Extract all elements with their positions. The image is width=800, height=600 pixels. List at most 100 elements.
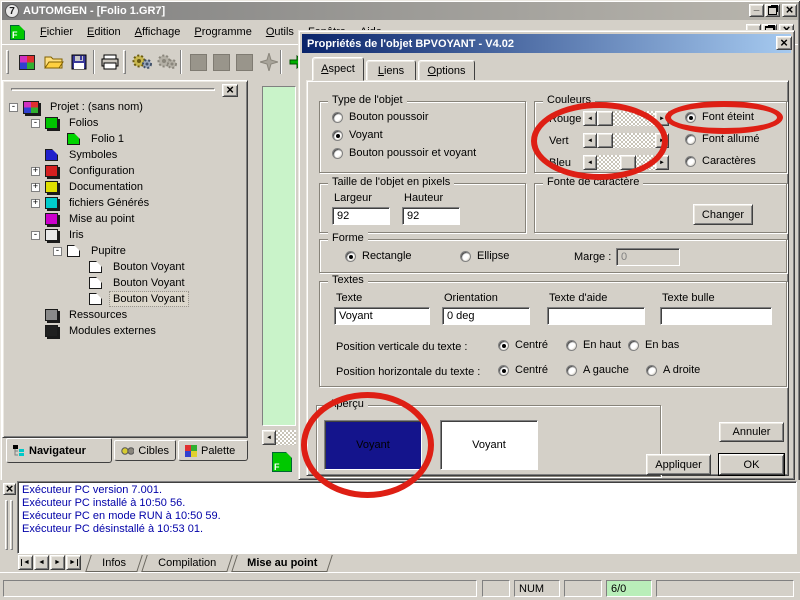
- panel-close-button[interactable]: [222, 84, 238, 97]
- tree-item-configuration[interactable]: + Configuration: [31, 163, 137, 179]
- panel-drag-handle[interactable]: [11, 88, 215, 91]
- radio-bouton-poussoir-et-voyant[interactable]: Bouton poussoir et voyant: [332, 147, 476, 159]
- annuler-button[interactable]: Annuler: [719, 422, 784, 442]
- tree-item-fichiers-generes[interactable]: + fichiers Générés: [31, 195, 152, 211]
- compile-button[interactable]: [129, 49, 155, 75]
- radio-caracteres[interactable]: Caractères: [685, 155, 756, 167]
- vert-slider[interactable]: [583, 133, 669, 148]
- tab-aspect[interactable]: Aspect: [312, 57, 364, 81]
- expand-collapse-icon[interactable]: -: [31, 119, 40, 128]
- output-tab-compilation[interactable]: Compilation: [141, 555, 233, 572]
- radio-icon[interactable]: [628, 340, 639, 351]
- tab-liens[interactable]: Liens: [366, 60, 416, 81]
- radio-icon[interactable]: [685, 134, 696, 145]
- radio-font-allume[interactable]: Font allumé: [685, 133, 759, 145]
- tree-item-bouton-voyant-1[interactable]: Bouton Voyant: [75, 259, 188, 275]
- save-button[interactable]: [66, 49, 92, 75]
- slider-left-icon[interactable]: [583, 155, 597, 170]
- tree-item-modules-externes[interactable]: Modules externes: [31, 323, 159, 339]
- texte-input[interactable]: [334, 307, 430, 325]
- preview-voyant-allume[interactable]: Voyant: [440, 420, 538, 470]
- radio-icon[interactable]: [685, 156, 696, 167]
- rouge-slider[interactable]: [583, 111, 669, 126]
- expand-collapse-icon[interactable]: -: [9, 103, 18, 112]
- open-button[interactable]: [41, 49, 67, 75]
- radio-icon[interactable]: [566, 340, 577, 351]
- tree-item-mise-au-point[interactable]: Mise au point: [31, 211, 137, 227]
- changer-button[interactable]: Changer: [693, 204, 753, 225]
- radio-voyant[interactable]: Voyant: [332, 129, 383, 141]
- next-tab-button[interactable]: [50, 555, 65, 570]
- radio-bouton-poussoir[interactable]: Bouton poussoir: [332, 111, 429, 123]
- appliquer-button[interactable]: Appliquer: [646, 454, 711, 475]
- ok-button[interactable]: OK: [719, 454, 784, 475]
- dialog-titlebar[interactable]: Propriétés de l'objet BPVOYANT - V4.02: [302, 34, 791, 53]
- tree-item-bouton-voyant-3[interactable]: Bouton Voyant: [75, 291, 188, 307]
- folio-page-icon[interactable]: [272, 452, 292, 472]
- new-project-button[interactable]: [14, 49, 40, 75]
- print-button[interactable]: [97, 49, 123, 75]
- expand-collapse-icon[interactable]: -: [31, 231, 40, 240]
- bleu-slider[interactable]: [583, 155, 669, 170]
- largeur-input[interactable]: [332, 207, 390, 225]
- texte-aide-input[interactable]: [547, 307, 645, 325]
- radio-icon[interactable]: [498, 340, 509, 351]
- slider-left-icon[interactable]: [583, 111, 597, 126]
- tree-item-ressources[interactable]: Ressources: [31, 307, 130, 323]
- output-tab-infos[interactable]: Infos: [85, 555, 143, 572]
- first-tab-button[interactable]: [18, 555, 33, 570]
- toolbar-grip[interactable]: [123, 50, 126, 74]
- folio-document-icon[interactable]: [10, 25, 25, 40]
- expand-collapse-icon[interactable]: +: [31, 199, 40, 208]
- scroll-left-icon[interactable]: [262, 430, 276, 445]
- radio-v-en-bas[interactable]: En bas: [628, 339, 679, 351]
- preview-voyant-eteint[interactable]: Voyant: [324, 420, 422, 470]
- expand-collapse-icon[interactable]: -: [53, 247, 62, 256]
- output-tab-mise-au-point[interactable]: Mise au point: [231, 555, 333, 572]
- radio-icon[interactable]: [332, 112, 343, 123]
- prev-tab-button[interactable]: [34, 555, 49, 570]
- restore-button[interactable]: [765, 4, 780, 17]
- dialog-close-button[interactable]: [776, 36, 792, 50]
- minimize-button[interactable]: [749, 4, 764, 17]
- menu-outils[interactable]: Outils: [259, 23, 301, 41]
- radio-h-centre[interactable]: Centré: [498, 364, 548, 376]
- radio-ellipse[interactable]: Ellipse: [460, 250, 509, 262]
- tree-item-projet[interactable]: - Projet : (sans nom): [9, 99, 146, 115]
- expand-collapse-icon[interactable]: +: [31, 167, 40, 176]
- radio-font-eteint[interactable]: Font éteint: [685, 111, 754, 123]
- radio-v-centre[interactable]: Centré: [498, 339, 548, 351]
- tab-navigateur[interactable]: Navigateur: [6, 438, 112, 463]
- radio-icon[interactable]: [460, 251, 471, 262]
- output-grip[interactable]: [10, 500, 13, 550]
- tree-item-symboles[interactable]: Symboles: [31, 147, 120, 163]
- close-button[interactable]: [782, 4, 797, 17]
- slider-thumb[interactable]: [597, 111, 613, 126]
- radio-rectangle[interactable]: Rectangle: [345, 250, 412, 262]
- output-close-button[interactable]: [3, 483, 16, 495]
- orientation-input[interactable]: [442, 307, 530, 325]
- tree-item-pupitre[interactable]: - Pupitre: [53, 243, 129, 259]
- tab-cibles[interactable]: Cibles: [114, 440, 176, 461]
- radio-icon[interactable]: [685, 112, 696, 123]
- hauteur-input[interactable]: [402, 207, 460, 225]
- menu-programme[interactable]: Programme: [187, 23, 258, 41]
- toolbar-grip[interactable]: [6, 50, 9, 74]
- radio-icon[interactable]: [566, 365, 577, 376]
- radio-icon[interactable]: [332, 130, 343, 141]
- expand-collapse-icon[interactable]: +: [31, 183, 40, 192]
- slider-thumb[interactable]: [620, 155, 636, 170]
- tab-options[interactable]: Options: [418, 60, 475, 81]
- radio-h-a-gauche[interactable]: A gauche: [566, 364, 629, 376]
- radio-icon[interactable]: [345, 251, 356, 262]
- radio-icon[interactable]: [498, 365, 509, 376]
- radio-h-a-droite[interactable]: A droite: [646, 364, 700, 376]
- tab-palette[interactable]: Palette: [178, 440, 248, 461]
- output-grip[interactable]: [5, 500, 8, 550]
- menu-edition[interactable]: Edition: [80, 23, 128, 41]
- radio-icon[interactable]: [646, 365, 657, 376]
- tree-item-folio1[interactable]: Folio 1: [53, 131, 127, 147]
- canvas-horizontal-scrollbar[interactable]: [262, 430, 296, 445]
- slider-right-icon[interactable]: [655, 111, 669, 126]
- output-log[interactable]: Exécuteur PC version 7.001. Exécuteur PC…: [17, 481, 797, 554]
